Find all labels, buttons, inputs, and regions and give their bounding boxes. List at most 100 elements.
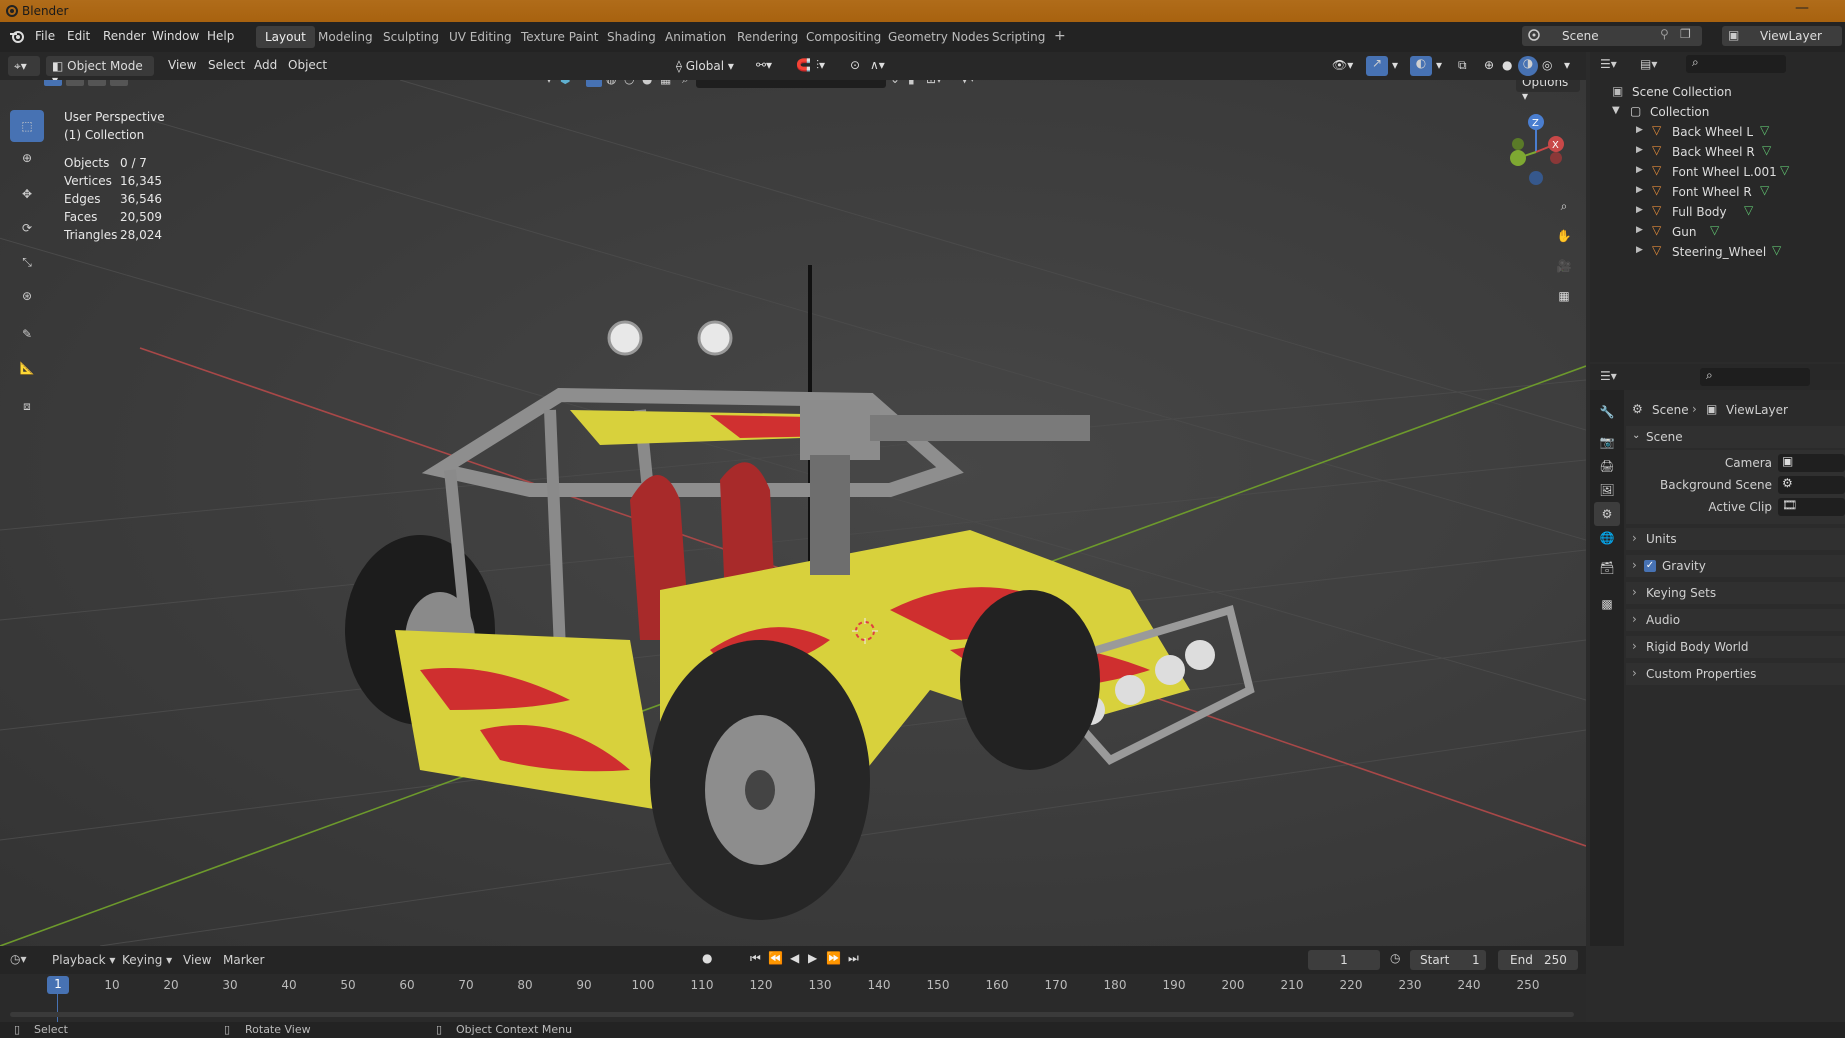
collection-row[interactable]: ▼ ▢ Collection xyxy=(1590,102,1845,122)
rigid-body-world-section[interactable]: › Rigid Body World xyxy=(1626,636,1845,658)
menu-select[interactable]: Select xyxy=(208,58,245,72)
3d-cursor-icon[interactable] xyxy=(852,618,878,644)
outliner-search-input[interactable]: ⌕ xyxy=(1686,55,1786,73)
mesh-data-icon[interactable]: ▽ xyxy=(1710,223,1719,237)
play-icon[interactable]: ▶ xyxy=(808,951,817,965)
menu-view[interactable]: View xyxy=(168,58,196,72)
wireframe-shading-icon[interactable]: ⊕ xyxy=(1484,58,1494,72)
filter-search-input[interactable] xyxy=(696,80,886,88)
measure-tool[interactable]: 📐 xyxy=(10,352,44,384)
select-extend-icon[interactable] xyxy=(66,80,84,86)
shading-dropdown[interactable]: ▾ xyxy=(1564,58,1570,72)
grid-filter-icon[interactable]: ▦ xyxy=(660,80,671,86)
audio-section[interactable]: › Audio xyxy=(1626,609,1845,631)
tab-rendering[interactable]: Rendering xyxy=(728,26,807,48)
active-clip-field[interactable]: 🎞 xyxy=(1778,498,1845,516)
view-layer-tab-icon[interactable]: 🖼 xyxy=(1594,478,1620,502)
collapse-arrow-icon[interactable]: ▶ xyxy=(1636,185,1643,195)
minimize-button[interactable]: — xyxy=(1795,0,1809,16)
tab-texture-paint[interactable]: Texture Paint xyxy=(512,26,607,48)
camera-view-icon[interactable]: 🎥 xyxy=(1550,252,1578,280)
start-frame-field[interactable]: Start 1 xyxy=(1410,950,1486,970)
tab-animation[interactable]: Animation xyxy=(656,26,735,48)
filter-dropdown[interactable]: ▾ xyxy=(546,80,552,86)
properties-search-input[interactable]: ⌕ xyxy=(1700,368,1810,386)
menu-add[interactable]: Add xyxy=(254,58,277,72)
scene-tab-icon[interactable]: ⚙ xyxy=(1594,502,1620,526)
mesh-data-icon[interactable]: ▽ xyxy=(1744,203,1753,217)
menu-marker[interactable]: Marker xyxy=(223,953,264,967)
mode-selector[interactable]: ◧ Object Mode ▾ xyxy=(46,56,154,87)
tab-scripting[interactable]: Scripting xyxy=(983,26,1054,48)
light-icon[interactable]: ◔ xyxy=(624,80,634,86)
mesh-data-icon[interactable]: ▽ xyxy=(1762,143,1771,157)
pin-icon[interactable]: ⚲ xyxy=(1660,27,1669,41)
funnel-icon[interactable]: ▼▾ xyxy=(960,80,975,85)
mesh-data-icon[interactable]: ▽ xyxy=(1780,163,1789,177)
rotate-tool[interactable]: ⟳ xyxy=(10,212,44,244)
keying-sets-section[interactable]: › Keying Sets xyxy=(1626,582,1845,604)
snap-icon[interactable]: 🧲 xyxy=(796,58,811,72)
camera-filter-icon[interactable]: ◕ xyxy=(642,80,652,86)
mesh-icon[interactable]: ◍ xyxy=(606,80,616,86)
outliner-item[interactable]: ▶ ▽ Gun ▽ xyxy=(1590,222,1845,242)
select-invert-icon[interactable] xyxy=(110,80,128,86)
bookmark-icon[interactable]: ▮ xyxy=(908,80,915,86)
solid-shading-icon[interactable]: ● xyxy=(1502,58,1512,72)
camera-field[interactable]: ▣ xyxy=(1778,454,1845,472)
tab-uv-editing[interactable]: UV Editing xyxy=(440,26,521,48)
collapse-arrow-icon[interactable]: ▶ xyxy=(1636,145,1643,155)
background-scene-field[interactable]: ⚙ xyxy=(1778,476,1845,494)
end-frame-field[interactable]: End 250 xyxy=(1498,950,1578,970)
outliner-item[interactable]: ▶ ▽ Back Wheel R ▽ xyxy=(1590,142,1845,162)
pan-view-icon[interactable]: ✋ xyxy=(1550,222,1578,250)
options-button[interactable]: Options ▾ xyxy=(1516,80,1580,103)
cursor-tool[interactable]: ⊕ xyxy=(10,142,44,174)
select-box-tool[interactable]: ⬚ xyxy=(10,110,44,142)
menu-render[interactable]: Render xyxy=(103,29,146,43)
menu-edit[interactable]: Edit xyxy=(67,29,90,43)
3d-viewport[interactable]: ▾ ⬢ ◍ ◔ ◕ ▦ ⌕ ⌄ ▮ ⊞▾ ▼▾ Options ▾ ⬚ ⊕ ✥ … xyxy=(0,80,1586,946)
collapse-arrow-icon[interactable]: ▶ xyxy=(1636,225,1643,235)
current-frame-field[interactable]: 1 xyxy=(1308,950,1380,970)
frame-ruler[interactable]: 1 10 20 30 40 50 60 70 80 90 100 110 120… xyxy=(0,974,1586,1022)
play-reverse-icon[interactable]: ◀ xyxy=(790,951,799,965)
menu-file[interactable]: File xyxy=(35,29,55,43)
menu-keying[interactable]: Keying ▾ xyxy=(122,953,172,967)
scene-collection-row[interactable]: ▣ Scene Collection xyxy=(1590,82,1845,102)
select-subtract-icon[interactable] xyxy=(88,80,106,86)
snap-target-icon[interactable]: ⫶▾ xyxy=(816,58,825,73)
menu-help[interactable]: Help xyxy=(207,29,234,43)
outliner-item[interactable]: ▶ ▽ Steering_Wheel ▽ xyxy=(1590,242,1845,262)
outliner-editor-icon[interactable]: ☰▾ xyxy=(1600,57,1617,71)
layout-icon[interactable]: ⊞▾ xyxy=(926,80,942,86)
tab-geometry-nodes[interactable]: Geometry Nodes xyxy=(879,26,998,48)
new-scene-icon[interactable]: ❐ xyxy=(1680,27,1691,41)
ortho-toggle-icon[interactable]: ▦ xyxy=(1550,282,1578,310)
world-tab-icon[interactable]: 🌐 xyxy=(1594,526,1620,550)
jump-end-icon[interactable]: ⏭ xyxy=(848,951,859,966)
properties-editor-icon[interactable]: ☰▾ xyxy=(1600,369,1617,383)
move-tool[interactable]: ✥ xyxy=(10,178,44,210)
timeline-scrollbar[interactable] xyxy=(10,1012,1574,1017)
select-new-icon[interactable] xyxy=(44,80,62,86)
tab-layout[interactable]: Layout xyxy=(256,26,315,48)
proportional-edit-icon[interactable]: ⊙ xyxy=(850,58,860,72)
collapse-arrow-icon[interactable]: ▶ xyxy=(1636,245,1643,255)
jump-start-icon[interactable]: ⏮ xyxy=(750,951,761,966)
playhead-marker[interactable]: 1 xyxy=(47,976,69,994)
visibility-icon[interactable]: 👁▾ xyxy=(1332,58,1353,72)
units-section[interactable]: › Units xyxy=(1626,528,1845,550)
tab-shading[interactable]: Shading xyxy=(598,26,665,48)
mesh-data-icon[interactable]: ▽ xyxy=(1772,243,1781,257)
editor-type-button[interactable]: ⌖▾ xyxy=(8,56,40,76)
preview-range-icon[interactable]: ◷ xyxy=(1390,951,1400,965)
collapse-arrow-icon[interactable]: ▶ xyxy=(1636,165,1643,175)
mesh-data-icon[interactable]: ▽ xyxy=(1760,183,1769,197)
blender-menu-icon[interactable] xyxy=(8,28,26,47)
custom-properties-section[interactable]: › Custom Properties xyxy=(1626,663,1845,685)
menu-window[interactable]: Window xyxy=(152,29,199,43)
object-type-icon[interactable]: ⬢ xyxy=(560,80,570,86)
timeline-editor-icon[interactable]: ◷▾ xyxy=(10,952,27,966)
collection-tab-icon[interactable]: 🗃 xyxy=(1594,556,1620,580)
